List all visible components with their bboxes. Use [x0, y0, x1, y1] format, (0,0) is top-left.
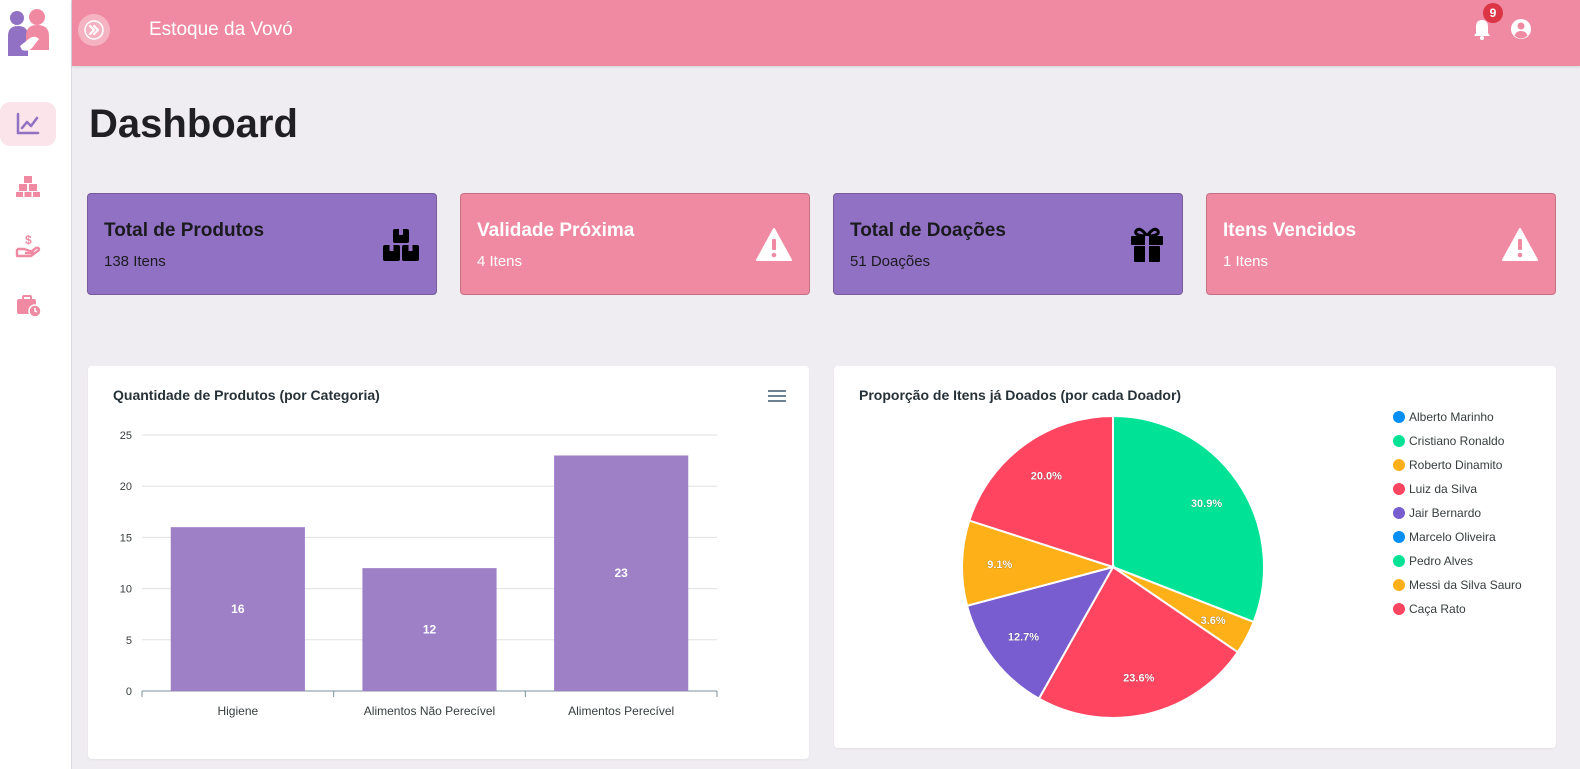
y-tick-label: 10 — [120, 584, 132, 596]
legend-item[interactable]: Messi da Silva Sauro — [1393, 577, 1522, 593]
warning-icon — [756, 228, 792, 261]
app-title: Estoque da Vovó — [149, 19, 293, 40]
legend-item[interactable]: Caça Rato — [1393, 601, 1466, 617]
legend-label: Messi da Silva Sauro — [1409, 578, 1522, 592]
slice-percent-label: 12.7% — [1008, 631, 1039, 643]
y-tick-label: 15 — [120, 532, 132, 544]
x-category-label: Alimentos Não Perecível — [364, 704, 495, 718]
logo-icon — [8, 9, 49, 56]
legend-marker — [1393, 579, 1405, 591]
topbar: Estoque da Vovó 9 — [72, 0, 1580, 66]
sidebar-toggle-button[interactable] — [78, 14, 110, 46]
y-tick-label: 5 — [126, 635, 132, 647]
card-title: Total de Doações — [850, 220, 1006, 241]
legend-marker — [1393, 555, 1405, 567]
bar-value-label: 12 — [423, 623, 437, 637]
card-value: 138 Itens — [104, 253, 166, 270]
boxes-stacked-icon — [16, 176, 40, 197]
slice-percent-label: 9.1% — [987, 559, 1012, 571]
slice-percent-label: 23.6% — [1123, 672, 1154, 684]
chevrons-right-icon — [84, 20, 104, 40]
legend-label: Caça Rato — [1409, 602, 1466, 616]
page-title: Dashboard — [89, 102, 298, 146]
x-category-label: Alimentos Perecível — [568, 704, 674, 718]
user-account-icon[interactable] — [1509, 17, 1533, 41]
sidebar-item-products[interactable] — [0, 163, 56, 207]
hand-holding-dollar-icon: $ — [15, 233, 41, 258]
sidebar-item-expiry[interactable] — [0, 283, 56, 327]
y-tick-label: 20 — [120, 481, 132, 493]
legend-label: Luiz da Silva — [1409, 482, 1478, 496]
sidebar-item-dashboard[interactable] — [0, 102, 56, 146]
card-value: 4 Itens — [477, 253, 523, 270]
legend-marker — [1393, 531, 1405, 543]
legend-item[interactable]: Jair Bernardo — [1393, 505, 1481, 521]
legend-marker — [1393, 435, 1405, 447]
slice-percent-label: 3.6% — [1201, 615, 1226, 627]
card-title: Itens Vencidos — [1223, 220, 1357, 241]
legend-marker — [1393, 507, 1405, 519]
card-total-donations: Total de Doações 51 Doações — [833, 193, 1183, 295]
legend-label: Pedro Alves — [1409, 554, 1474, 568]
card-value: 1 Itens — [1223, 253, 1269, 270]
legend-label: Alberto Marinho — [1409, 410, 1494, 424]
slice-percent-label: 20.0% — [1031, 470, 1062, 482]
card-title: Total de Produtos — [104, 220, 265, 241]
legend-marker — [1393, 411, 1405, 423]
legend-label: Jair Bernardo — [1409, 506, 1482, 520]
legend-label: Marcelo Oliveira — [1409, 530, 1496, 544]
y-tick-label: 25 — [120, 430, 132, 442]
bar-value-label: 16 — [231, 602, 245, 616]
card-total-products: Total de Produtos 138 Itens — [87, 193, 437, 295]
legend-item[interactable]: Luiz da Silva — [1393, 481, 1477, 497]
gift-icon — [1131, 227, 1163, 262]
legend-item[interactable]: Marcelo Oliveira — [1393, 529, 1496, 545]
card-value: 51 Doações — [850, 253, 931, 270]
legend-label: Cristiano Ronaldo — [1409, 434, 1505, 448]
warning-icon — [1502, 228, 1538, 261]
legend-item[interactable]: Pedro Alves — [1393, 553, 1473, 569]
notification-badge: 9 — [1483, 3, 1503, 23]
x-category-label: Higiene — [217, 704, 258, 718]
y-tick-label: 0 — [126, 686, 132, 698]
bar-value-label: 23 — [614, 566, 628, 580]
sidebar-item-donations[interactable]: $ — [0, 223, 56, 267]
legend-marker — [1393, 603, 1405, 615]
bar-chart: 0 5 10 15 20 25 16 Higiene 12 Alimentos Não Perec… — [120, 430, 718, 718]
legend-label: Roberto Dinamito — [1409, 458, 1503, 472]
card-expired-items: Itens Vencidos 1 Itens — [1206, 193, 1556, 295]
card-expiring-soon: Validade Próxima 4 Itens — [460, 193, 810, 295]
chart-line-icon — [16, 112, 40, 135]
briefcase-clock-icon — [17, 295, 41, 318]
legend-item[interactable]: Roberto Dinamito — [1393, 457, 1502, 473]
card-title: Validade Próxima — [477, 220, 635, 241]
legend-item[interactable]: Cristiano Ronaldo — [1393, 433, 1504, 449]
legend-marker — [1393, 483, 1405, 495]
sidebar: $ — [0, 0, 72, 769]
slice-percent-label: 30.9% — [1191, 498, 1222, 510]
svg-text:$: $ — [25, 233, 32, 247]
boxes-icon — [383, 229, 419, 261]
legend-marker — [1393, 459, 1405, 471]
legend-item[interactable]: Alberto Marinho — [1393, 409, 1494, 425]
bar-chart-panel: Quantidade de Produtos (por Categoria) 0… — [88, 366, 809, 759]
